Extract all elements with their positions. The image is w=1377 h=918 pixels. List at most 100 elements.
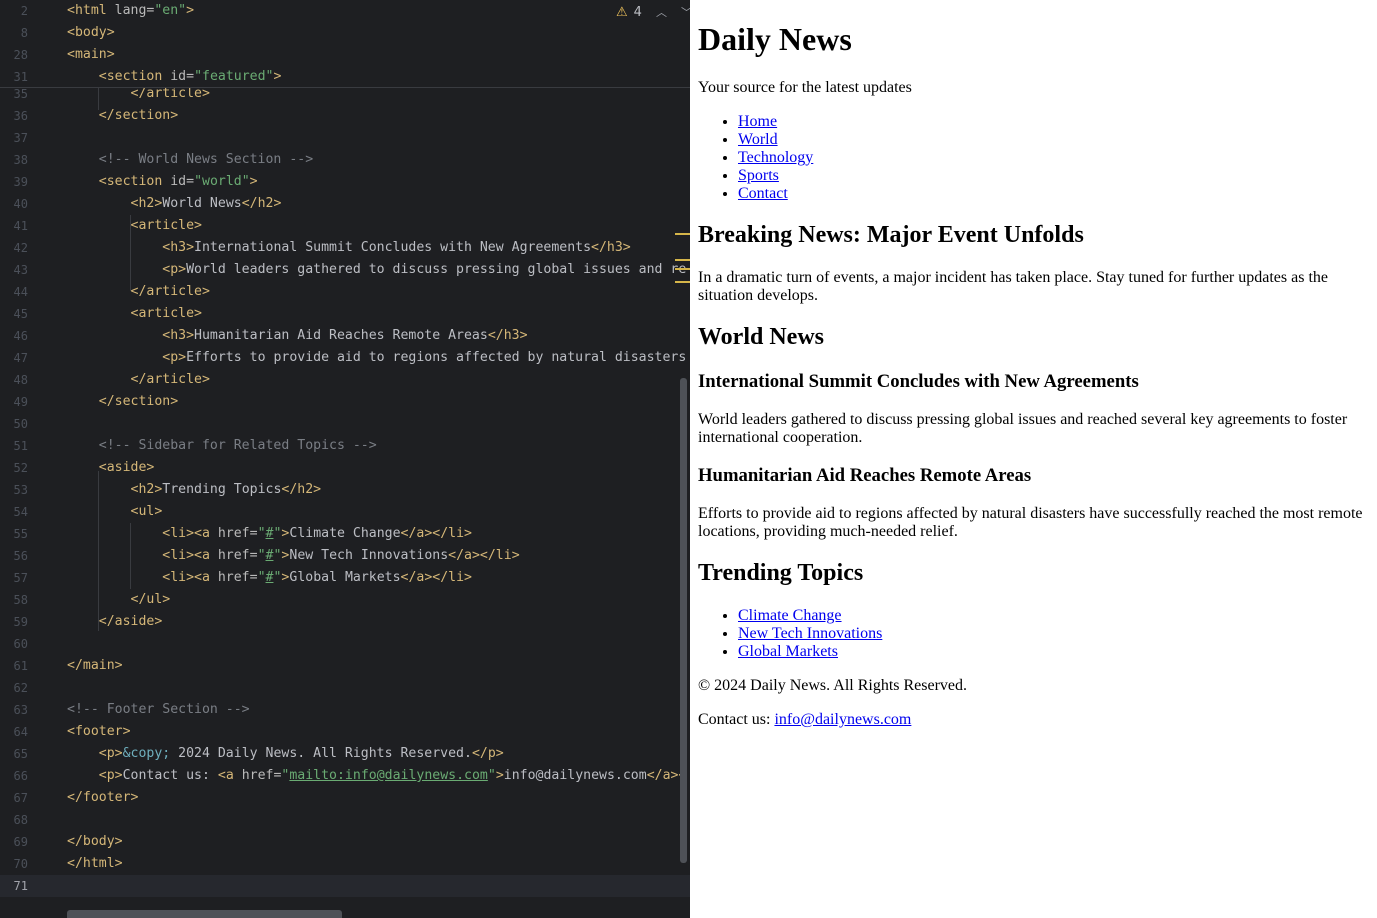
code-line[interactable]: 71 bbox=[0, 875, 690, 897]
code-token: id= bbox=[170, 69, 195, 84]
warning-count: 4 bbox=[633, 4, 642, 20]
line-number: 66 bbox=[13, 769, 28, 783]
line-code: <p>World leaders gathered to discuss pre… bbox=[67, 259, 686, 281]
contact-email-link[interactable]: info@dailynews.com bbox=[774, 711, 911, 728]
nav-link-world[interactable]: World bbox=[738, 131, 778, 148]
code-token: </section> bbox=[98, 108, 179, 123]
chevron-down-icon[interactable]: ﹀ bbox=[681, 4, 690, 20]
nav-item: Sports bbox=[738, 167, 1369, 185]
nav-link-contact[interactable]: Contact bbox=[738, 185, 788, 202]
code-line[interactable]: 64 <footer> bbox=[0, 721, 690, 743]
code-line[interactable]: 31 <section id="featured"> bbox=[0, 66, 690, 88]
trending-link[interactable]: Climate Change bbox=[738, 607, 842, 624]
code-token: lang= bbox=[114, 3, 155, 18]
code-line[interactable]: 62 bbox=[0, 677, 690, 699]
line-code: <h3>Humanitarian Aid Reaches Remote Area… bbox=[67, 325, 527, 347]
code-line[interactable]: 42 <h3>International Summit Concludes wi… bbox=[0, 237, 690, 259]
code-line[interactable]: 47 <p>Efforts to provide aid to regions … bbox=[0, 347, 690, 369]
nav-link-technology[interactable]: Technology bbox=[738, 149, 813, 166]
line-code: <h3>International Summit Concludes with … bbox=[67, 237, 630, 259]
code-line[interactable]: 44 </article> bbox=[0, 281, 690, 303]
code-line[interactable]: 58 </ul> bbox=[0, 589, 690, 611]
code-line[interactable]: 53 <h2>Trending Topics</h2> bbox=[0, 479, 690, 501]
line-code: <ul> bbox=[67, 501, 163, 523]
horizontal-scrollbar[interactable] bbox=[67, 910, 342, 918]
code-token: International Summit Concludes with New … bbox=[194, 240, 592, 255]
line-code: </section> bbox=[67, 391, 178, 413]
code-line[interactable]: 55 <li><a href="#">Climate Change</a></l… bbox=[0, 523, 690, 545]
inspection-widget[interactable]: ⚠ 4 ︿ ﹀ bbox=[616, 2, 690, 22]
code-token: <!-- World News Section --> bbox=[98, 152, 314, 167]
code-line[interactable]: 70 </html> bbox=[0, 853, 690, 875]
warning-marker[interactable] bbox=[675, 259, 690, 261]
code-line[interactable]: 60 bbox=[0, 633, 690, 655]
line-code: <section id="world"> bbox=[67, 171, 258, 193]
warning-marker[interactable] bbox=[675, 233, 690, 235]
line-code: <article> bbox=[67, 215, 202, 237]
article-text: World leaders gathered to discuss pressi… bbox=[698, 411, 1348, 446]
line-number: 58 bbox=[13, 593, 28, 607]
code-line[interactable]: 41 <article> bbox=[0, 215, 690, 237]
code-token: <li><a bbox=[162, 548, 218, 563]
code-line[interactable]: 50 bbox=[0, 413, 690, 435]
code-token: World leaders gathered to discuss pressi… bbox=[186, 262, 687, 277]
code-line[interactable]: 45 <article> bbox=[0, 303, 690, 325]
code-token: <h3> bbox=[162, 240, 195, 255]
line-number: 62 bbox=[13, 681, 28, 695]
code-line[interactable]: 2 <html lang="en"> bbox=[0, 0, 690, 22]
trending-link[interactable]: New Tech Innovations bbox=[738, 625, 882, 642]
code-token: </h2> bbox=[241, 196, 282, 211]
nav-link-sports[interactable]: Sports bbox=[738, 167, 779, 184]
code-line[interactable]: 43 <p>World leaders gathered to discuss … bbox=[0, 259, 690, 281]
code-line[interactable]: 69 </body> bbox=[0, 831, 690, 853]
code-line[interactable]: 61 </main> bbox=[0, 655, 690, 677]
code-line[interactable]: 52 <aside> bbox=[0, 457, 690, 479]
code-line[interactable]: 39 <section id="world"> bbox=[0, 171, 690, 193]
code-line[interactable]: 36 </section> bbox=[0, 105, 690, 127]
vertical-scrollbar[interactable] bbox=[680, 378, 687, 863]
code-line[interactable]: 59 </aside> bbox=[0, 611, 690, 633]
featured-title: Breaking News: Major Event Unfolds bbox=[698, 222, 1084, 248]
article-title: International Summit Concludes with New … bbox=[698, 371, 1139, 392]
code-line[interactable]: 57 <li><a href="#">Global Markets</a></l… bbox=[0, 567, 690, 589]
code-token: <main> bbox=[67, 47, 115, 62]
warning-marker[interactable] bbox=[675, 281, 690, 283]
code-token: &copy; bbox=[122, 746, 171, 761]
code-line[interactable]: 28 <main> bbox=[0, 44, 690, 66]
code-token: <ul> bbox=[130, 504, 163, 519]
chevron-up-icon[interactable]: ︿ bbox=[656, 4, 667, 20]
code-line[interactable]: 48 </article> bbox=[0, 369, 690, 391]
code-line[interactable]: 65 <p>&copy; 2024 Daily News. All Rights… bbox=[0, 743, 690, 765]
code-token: 2024 Daily News. All Rights Reserved. bbox=[170, 746, 472, 761]
code-line[interactable]: 54 <ul> bbox=[0, 501, 690, 523]
code-token: </p> bbox=[471, 746, 504, 761]
code-line[interactable]: 8 <body> bbox=[0, 22, 690, 44]
code-line[interactable]: 40 <h2>World News</h2> bbox=[0, 193, 690, 215]
code-token: > bbox=[249, 174, 258, 189]
code-line[interactable]: 66 <p>Contact us: <a href= "mailto:info@d… bbox=[0, 765, 690, 787]
line-number: 68 bbox=[13, 813, 28, 827]
line-number: 36 bbox=[13, 109, 28, 123]
code-line[interactable]: 68 bbox=[0, 809, 690, 831]
line-number: 49 bbox=[13, 395, 28, 409]
warning-marker[interactable] bbox=[675, 268, 690, 270]
code-token: </a></li> bbox=[448, 548, 520, 563]
nav-link-home[interactable]: Home bbox=[738, 113, 777, 130]
trending-link[interactable]: Global Markets bbox=[738, 643, 838, 660]
code-line[interactable]: 46 <h3>Humanitarian Aid Reaches Remote A… bbox=[0, 325, 690, 347]
code-token: </section> bbox=[98, 394, 179, 409]
code-editor[interactable]: ⚠ 4 ︿ ﹀ 35 </article>36 </section>3738 <… bbox=[0, 0, 690, 918]
code-line[interactable]: 49 </section> bbox=[0, 391, 690, 413]
code-line[interactable]: 37 bbox=[0, 127, 690, 149]
code-token: <!-- Footer Section --> bbox=[67, 702, 250, 717]
line-code: <h2>World News</h2> bbox=[67, 193, 282, 215]
code-line[interactable]: 56 <li><a href="#">New Tech Innovations<… bbox=[0, 545, 690, 567]
code-line[interactable]: 63 <!-- Footer Section --> bbox=[0, 699, 690, 721]
code-line[interactable]: 38 <!-- World News Section --> bbox=[0, 149, 690, 171]
code-line[interactable]: 51 <!-- Sidebar for Related Topics --> bbox=[0, 435, 690, 457]
code-line[interactable]: 67 </footer> bbox=[0, 787, 690, 809]
